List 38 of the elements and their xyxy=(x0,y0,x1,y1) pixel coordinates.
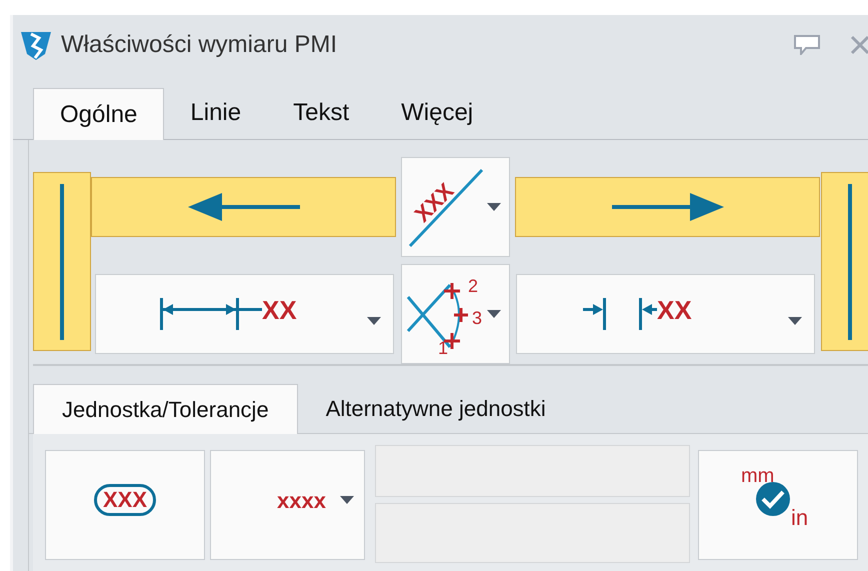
caret-icon xyxy=(788,317,802,325)
tab[interactable]: Tekst xyxy=(267,87,376,139)
extension-line-button[interactable] xyxy=(33,172,91,351)
check-circle-icon xyxy=(755,481,791,517)
window-title: Właściwości wymiaru PMI xyxy=(61,30,338,60)
tab[interactable]: Jednostka/Tolerancje xyxy=(33,384,298,434)
format-button[interactable]: XXX xyxy=(45,450,205,560)
caret-icon xyxy=(340,496,354,504)
caret-icon xyxy=(487,203,501,211)
unit-label: in xyxy=(791,504,808,532)
arrow-button[interactable] xyxy=(515,177,820,237)
dimension-value-label: XX xyxy=(657,294,692,326)
comment-icon[interactable] xyxy=(794,35,820,55)
point-number: 2 xyxy=(468,275,478,298)
value-format-dropdown[interactable]: xxxx xyxy=(210,450,365,560)
arrow-left-icon xyxy=(188,193,300,221)
dimension-line-icon xyxy=(160,298,262,330)
framed-text-label: XXX xyxy=(94,484,156,516)
arrow-right-icon xyxy=(612,193,724,221)
tab[interactable]: Ogólne xyxy=(33,88,164,140)
dimension-line-icon xyxy=(583,298,657,330)
tab[interactable]: Linie xyxy=(164,87,268,139)
tab[interactable]: Alternatywne jednostki xyxy=(298,383,574,433)
unit-toggle-button[interactable]: mm in xyxy=(698,450,858,560)
diagonal-line-icon xyxy=(408,168,484,248)
extension-style-dropdown[interactable]: XX xyxy=(95,274,394,354)
point-number: 1 xyxy=(438,337,448,360)
value-format-label: xxxx xyxy=(277,486,326,514)
caret-icon xyxy=(487,310,501,318)
unit-label: mm xyxy=(741,464,774,489)
tab[interactable]: Więcej xyxy=(375,87,500,139)
arrow-button[interactable] xyxy=(91,177,396,237)
extension-style-dropdown[interactable]: XX xyxy=(516,274,815,354)
extension-line-button[interactable] xyxy=(821,172,868,351)
arrow-points-button[interactable]: 2 3 1 xyxy=(401,264,510,364)
point-number: 3 xyxy=(472,307,482,330)
dimension-value-label: XX xyxy=(262,294,297,326)
caret-icon xyxy=(367,317,381,325)
